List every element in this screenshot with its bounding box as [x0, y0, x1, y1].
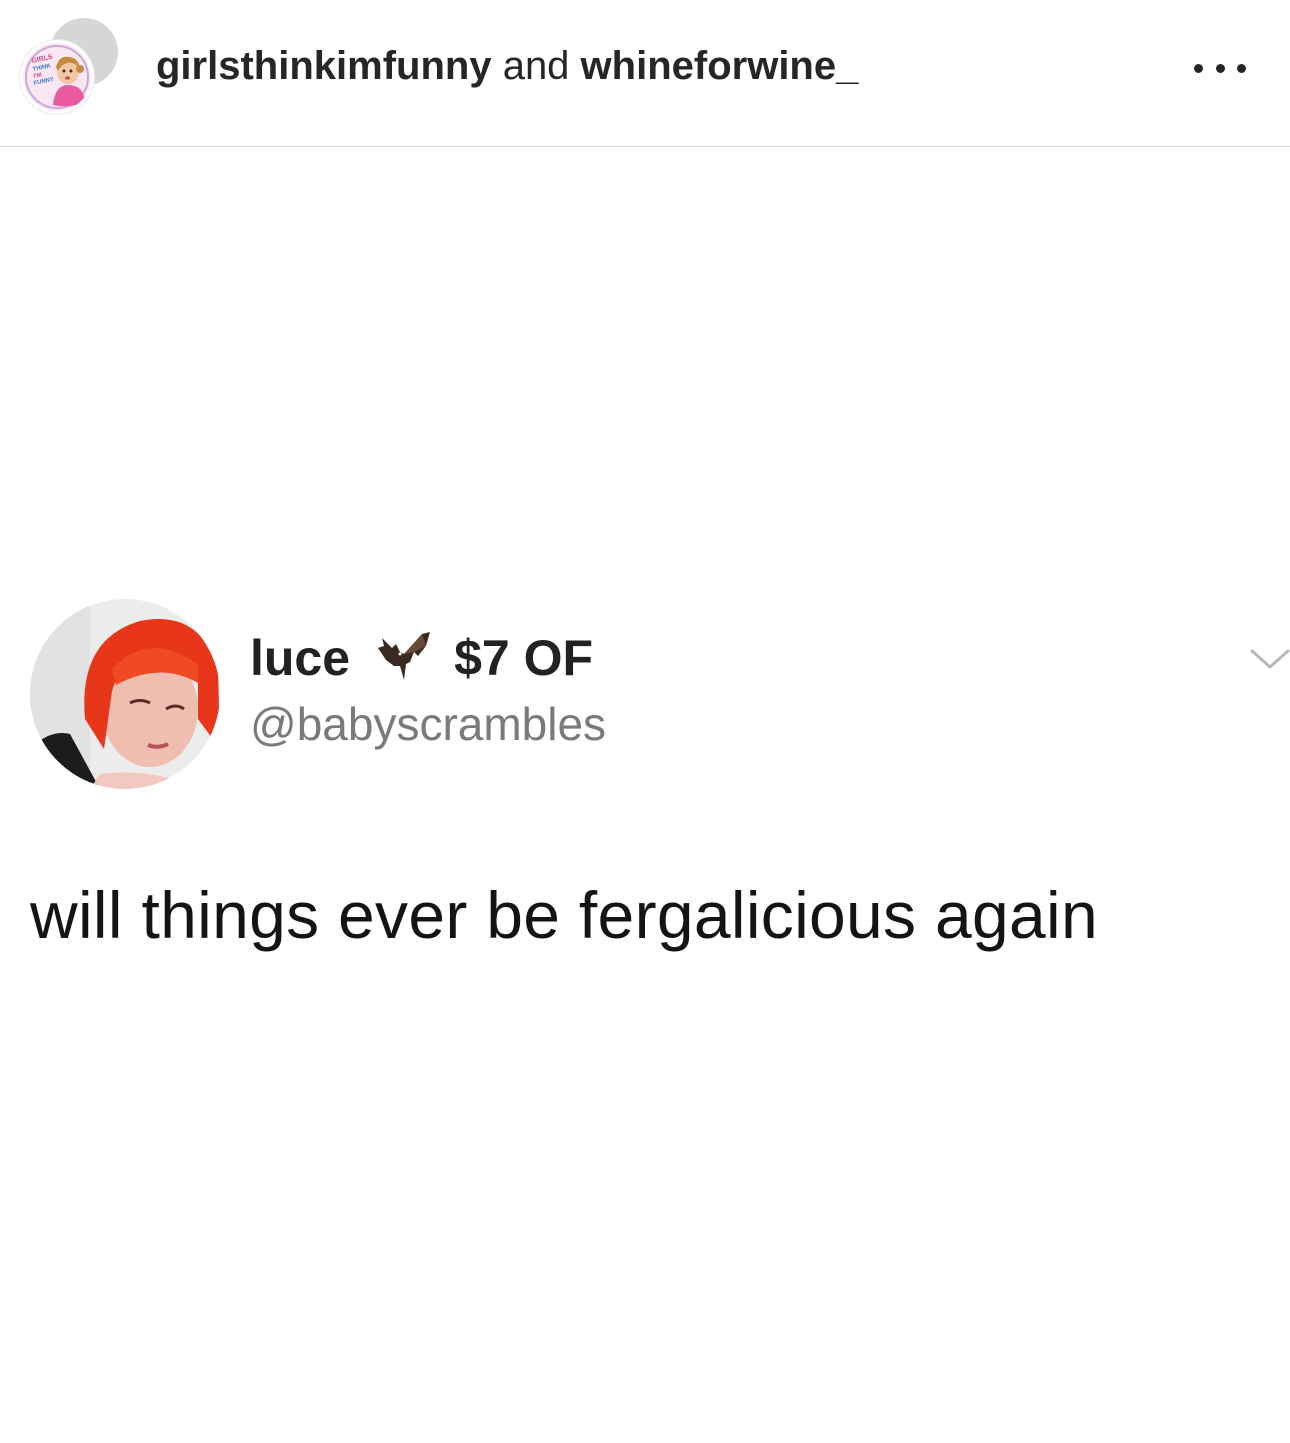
account-link-primary[interactable]: girlsthinkimfunny	[156, 44, 492, 88]
collab-avatars[interactable]: GIRLS THINK I'M FUNNY	[20, 18, 120, 118]
tweet-display-name: luce $7 OF	[250, 629, 593, 687]
name-suffix-text: $7 OF	[454, 630, 594, 686]
more-horizontal-icon	[1194, 63, 1203, 73]
post-image: luce $7 OF @babyscrambles will things ev…	[0, 147, 1290, 1442]
accounts-conjunction: and	[491, 44, 581, 88]
account-link-secondary[interactable]: whineforwine_	[581, 44, 859, 88]
more-horizontal-icon	[1237, 63, 1246, 73]
tweet-text: will things ever be fergalicious again	[30, 878, 1098, 952]
primary-avatar[interactable]: GIRLS THINK I'M FUNNY	[20, 40, 94, 114]
post-accounts-title: girlsthinkimfunny and whineforwine_	[156, 44, 858, 89]
post-header: GIRLS THINK I'M FUNNY girlsthinkimfunny …	[0, 0, 1290, 147]
bat-icon	[378, 632, 431, 680]
tweet-avatar-photo	[30, 599, 220, 789]
chevron-down-icon[interactable]	[1250, 647, 1290, 671]
tweet-avatar	[30, 599, 220, 789]
more-horizontal-icon	[1215, 63, 1225, 73]
girlsthinkimfunny-logo: GIRLS THINK I'M FUNNY	[23, 43, 91, 111]
tweet-handle: @babyscrambles	[250, 698, 607, 750]
display-name-text: luce	[250, 630, 351, 686]
more-options-button[interactable]	[1194, 56, 1246, 80]
